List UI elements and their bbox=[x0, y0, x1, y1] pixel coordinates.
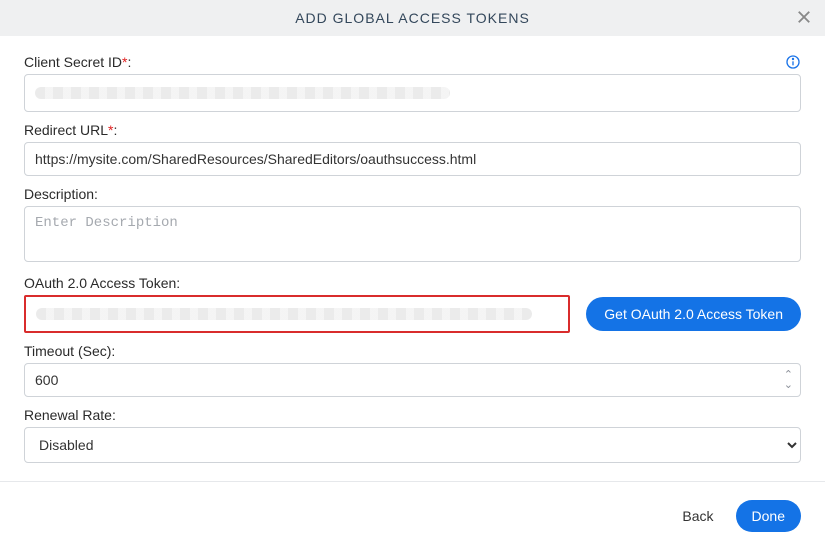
info-icon[interactable] bbox=[785, 54, 801, 70]
access-token-row: Get OAuth 2.0 Access Token bbox=[24, 295, 801, 333]
timeout-input[interactable] bbox=[24, 363, 801, 397]
form-body: Client Secret ID*: Redirect URL*: Descri… bbox=[0, 36, 825, 481]
client-secret-label: Client Secret ID*: bbox=[24, 54, 131, 70]
timeout-input-wrap: ⌃ ⌄ bbox=[24, 363, 801, 397]
field-redirect-url: Redirect URL*: bbox=[24, 122, 801, 176]
redacted-value bbox=[35, 87, 450, 99]
dialog-title: ADD GLOBAL ACCESS TOKENS bbox=[295, 10, 530, 26]
done-button[interactable]: Done bbox=[736, 500, 801, 532]
access-token-label: OAuth 2.0 Access Token: bbox=[24, 275, 801, 291]
redirect-url-label: Redirect URL*: bbox=[24, 122, 801, 138]
access-token-input[interactable] bbox=[24, 295, 570, 333]
dialog-footer: Back Done bbox=[0, 481, 825, 550]
description-input[interactable] bbox=[24, 206, 801, 262]
redirect-url-input[interactable] bbox=[24, 142, 801, 176]
renewal-rate-label: Renewal Rate: bbox=[24, 407, 801, 423]
field-description: Description: bbox=[24, 186, 801, 265]
description-label: Description: bbox=[24, 186, 801, 202]
field-access-token: OAuth 2.0 Access Token: Get OAuth 2.0 Ac… bbox=[24, 275, 801, 333]
timeout-stepper[interactable]: ⌃ ⌄ bbox=[784, 370, 793, 390]
get-oauth-token-button[interactable]: Get OAuth 2.0 Access Token bbox=[586, 297, 801, 331]
client-secret-input[interactable] bbox=[24, 74, 801, 112]
dialog-header: ADD GLOBAL ACCESS TOKENS bbox=[0, 0, 825, 36]
renewal-rate-select[interactable]: Disabled bbox=[24, 427, 801, 463]
chevron-down-icon[interactable]: ⌄ bbox=[784, 380, 793, 390]
field-client-secret: Client Secret ID*: bbox=[24, 54, 801, 112]
client-secret-label-row: Client Secret ID*: bbox=[24, 54, 801, 70]
back-button[interactable]: Back bbox=[682, 508, 713, 524]
timeout-label: Timeout (Sec): bbox=[24, 343, 801, 359]
close-icon[interactable] bbox=[795, 8, 813, 29]
field-renewal-rate: Renewal Rate: Disabled bbox=[24, 407, 801, 463]
field-timeout: Timeout (Sec): ⌃ ⌄ bbox=[24, 343, 801, 397]
redacted-value bbox=[36, 308, 532, 320]
